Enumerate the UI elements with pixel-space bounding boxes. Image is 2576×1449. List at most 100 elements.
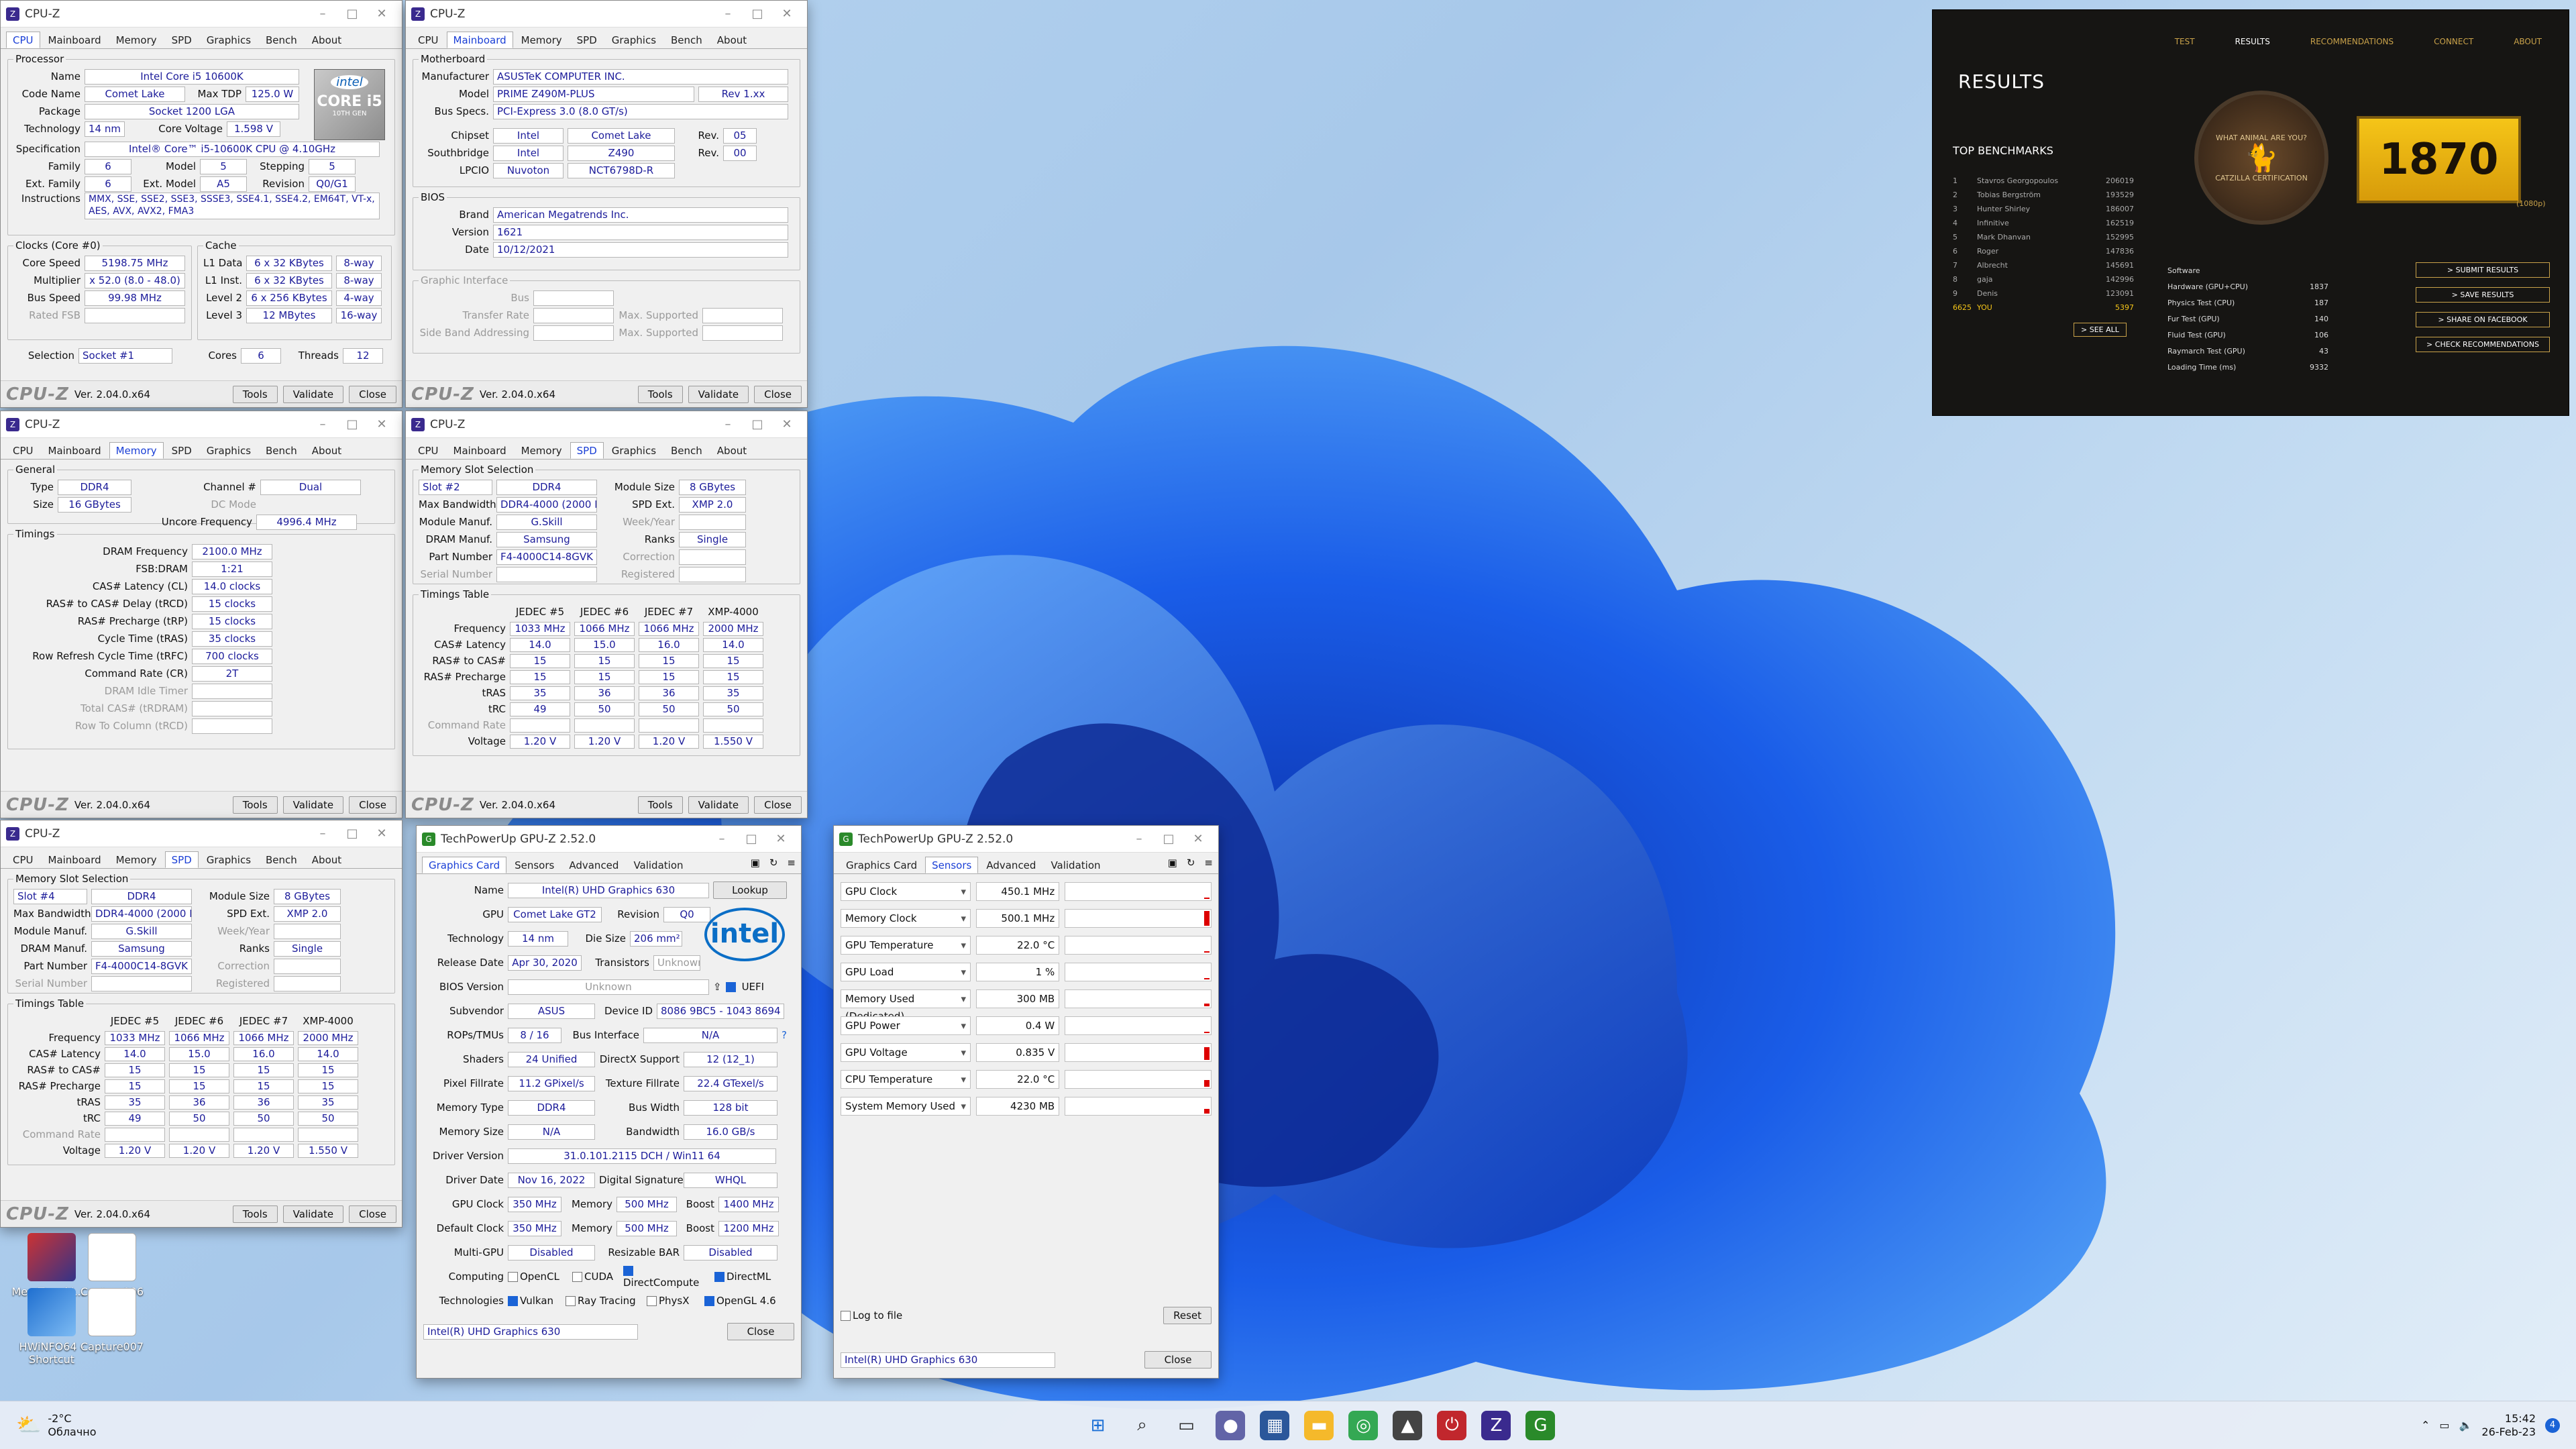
tab-bench[interactable]: Bench xyxy=(259,32,304,48)
tab-advanced[interactable]: Advanced xyxy=(979,857,1042,873)
nav-test[interactable]: TEST xyxy=(2175,37,2195,46)
ray-tracing-checkbox[interactable]: Ray Tracing xyxy=(566,1295,643,1307)
tab-spd[interactable]: SPD xyxy=(165,442,199,459)
tab-graphics[interactable]: Graphics xyxy=(605,32,663,48)
lookup-button[interactable]: Lookup xyxy=(713,881,787,899)
camera-icon[interactable]: ▣ xyxy=(751,857,760,873)
tab-bench[interactable]: Bench xyxy=(259,851,304,868)
minimize-icon[interactable]: – xyxy=(1124,832,1154,846)
maximize-icon[interactable]: □ xyxy=(337,417,367,431)
tab-bench[interactable]: Bench xyxy=(259,442,304,459)
tab-about[interactable]: About xyxy=(305,442,348,459)
minimize-icon[interactable]: – xyxy=(707,832,737,846)
close-button[interactable]: Close xyxy=(754,385,802,403)
tab-graphics[interactable]: Graphics xyxy=(200,442,258,459)
tab-spd[interactable]: SPD xyxy=(570,442,604,459)
tab-mainboard[interactable]: Mainboard xyxy=(446,32,513,48)
sensor-name[interactable]: GPU Clock ▾ xyxy=(841,882,971,901)
help-icon[interactable]: ? xyxy=(782,1029,787,1041)
sensor-name[interactable]: CPU Temperature ▾ xyxy=(841,1070,971,1089)
sensor-name[interactable]: System Memory Used ▾ xyxy=(841,1097,971,1116)
nav-about[interactable]: ABOUT xyxy=(2514,37,2542,46)
title-bar[interactable]: Z CPU-Z – □ ✕ xyxy=(406,1,807,28)
uefi-checkbox[interactable] xyxy=(725,981,736,992)
opengl-checkbox[interactable]: OpenGL 4.6 xyxy=(704,1295,776,1307)
directcompute-checkbox[interactable]: DirectCompute xyxy=(623,1265,710,1289)
title-bar[interactable]: G TechPowerUp GPU-Z 2.52.0 – □ ✕ xyxy=(834,826,1218,853)
tools-button[interactable]: Tools xyxy=(232,385,278,403)
desktop-icon-capture007[interactable]: Capture007 xyxy=(62,1288,162,1353)
sensor-name[interactable]: GPU Power ▾ xyxy=(841,1016,971,1035)
tab-mainboard[interactable]: Mainboard xyxy=(42,442,108,459)
menu-icon[interactable]: ≡ xyxy=(1204,857,1213,873)
tab-mainboard[interactable]: Mainboard xyxy=(42,851,108,868)
sensor-name[interactable]: GPU Load ▾ xyxy=(841,963,971,981)
result-action-button[interactable]: > SAVE RESULTS xyxy=(2416,287,2550,303)
tab-cpu[interactable]: CPU xyxy=(6,851,40,868)
tab-mainboard[interactable]: Mainboard xyxy=(447,442,513,459)
tab-memory[interactable]: Memory xyxy=(515,442,569,459)
sensor-name[interactable]: Memory Clock ▾ xyxy=(841,909,971,928)
maximize-icon[interactable]: □ xyxy=(737,832,766,846)
reset-button[interactable]: Reset xyxy=(1163,1307,1212,1324)
chat-icon[interactable]: ● xyxy=(1216,1410,1246,1440)
title-bar[interactable]: Z CPU-Z – □ ✕ xyxy=(406,411,807,438)
tab-memory[interactable]: Memory xyxy=(109,442,164,459)
tab-memory[interactable]: Memory xyxy=(515,32,569,48)
validate-button[interactable]: Validate xyxy=(282,1205,344,1223)
sensor-name[interactable]: GPU Temperature ▾ xyxy=(841,936,971,955)
tab-about[interactable]: About xyxy=(305,851,348,868)
tab-about[interactable]: About xyxy=(710,32,753,48)
title-bar[interactable]: Z CPU-Z – □ ✕ xyxy=(1,1,402,28)
gpuz-taskbar-icon[interactable]: G xyxy=(1525,1410,1556,1440)
result-action-button[interactable]: > SUBMIT RESULTS xyxy=(2416,262,2550,278)
tab-sensors[interactable]: Sensors xyxy=(508,857,561,873)
close-button[interactable]: Close xyxy=(349,796,396,814)
power-app-icon[interactable]: ⏻ xyxy=(1437,1410,1467,1440)
camera-icon[interactable]: ▣ xyxy=(1168,857,1177,873)
tab-graphics-card[interactable]: Graphics Card xyxy=(839,857,924,873)
tools-button[interactable]: Tools xyxy=(232,796,278,814)
file-explorer-icon[interactable]: ▬ xyxy=(1304,1410,1334,1440)
tab-cpu[interactable]: CPU xyxy=(411,442,445,459)
menu-icon[interactable]: ≡ xyxy=(787,857,796,873)
close-button[interactable]: Close xyxy=(1144,1351,1212,1368)
tab-memory[interactable]: Memory xyxy=(109,32,164,48)
refresh-icon[interactable]: ↻ xyxy=(769,857,778,873)
tab-sensors[interactable]: Sensors xyxy=(925,857,979,873)
nav-results[interactable]: RESULTS xyxy=(2235,37,2270,46)
tab-mainboard[interactable]: Mainboard xyxy=(42,32,108,48)
tab-graphics-card[interactable]: Graphics Card xyxy=(422,857,507,873)
tab-about[interactable]: About xyxy=(305,32,348,48)
task-view-icon[interactable]: ▭ xyxy=(1171,1411,1201,1440)
cuda-checkbox[interactable]: CUDA xyxy=(572,1271,619,1283)
validate-button[interactable]: Validate xyxy=(282,385,344,403)
close-icon[interactable]: ✕ xyxy=(766,832,796,846)
cpuz-taskbar-icon[interactable]: Z xyxy=(1481,1410,1511,1440)
tools-button[interactable]: Tools xyxy=(232,1205,278,1223)
close-icon[interactable]: ✕ xyxy=(1183,832,1213,846)
volume-icon[interactable]: 🔈 xyxy=(2459,1419,2472,1432)
maximize-icon[interactable]: □ xyxy=(743,7,772,21)
title-bar[interactable]: G TechPowerUp GPU-Z 2.52.0 – □ ✕ xyxy=(417,826,801,853)
tab-memory[interactable]: Memory xyxy=(109,851,164,868)
vulkan-checkbox[interactable]: Vulkan xyxy=(508,1295,561,1307)
tools-button[interactable]: Tools xyxy=(637,796,683,814)
maximize-icon[interactable]: □ xyxy=(337,826,367,841)
close-icon[interactable]: ✕ xyxy=(772,417,802,431)
share-icon[interactable]: ⇪ xyxy=(713,981,722,993)
tab-graphics[interactable]: Graphics xyxy=(200,851,258,868)
tab-spd[interactable]: SPD xyxy=(165,32,199,48)
close-icon[interactable]: ✕ xyxy=(772,7,802,21)
sensor-name[interactable]: GPU Voltage ▾ xyxy=(841,1043,971,1062)
slot-select[interactable]: Slot #2 xyxy=(419,479,492,495)
minimize-icon[interactable]: – xyxy=(308,417,337,431)
maximize-icon[interactable]: □ xyxy=(1154,832,1183,846)
tab-graphics[interactable]: Graphics xyxy=(605,442,663,459)
tab-validation[interactable]: Validation xyxy=(1044,857,1107,873)
gpu-select[interactable]: Intel(R) UHD Graphics 630 xyxy=(423,1324,638,1340)
tab-spd[interactable]: SPD xyxy=(570,32,604,48)
see-all-button[interactable]: > SEE ALL xyxy=(2074,323,2127,337)
nav-recommendations[interactable]: RECOMMENDATIONS xyxy=(2310,37,2394,46)
validate-button[interactable]: Validate xyxy=(688,385,749,403)
